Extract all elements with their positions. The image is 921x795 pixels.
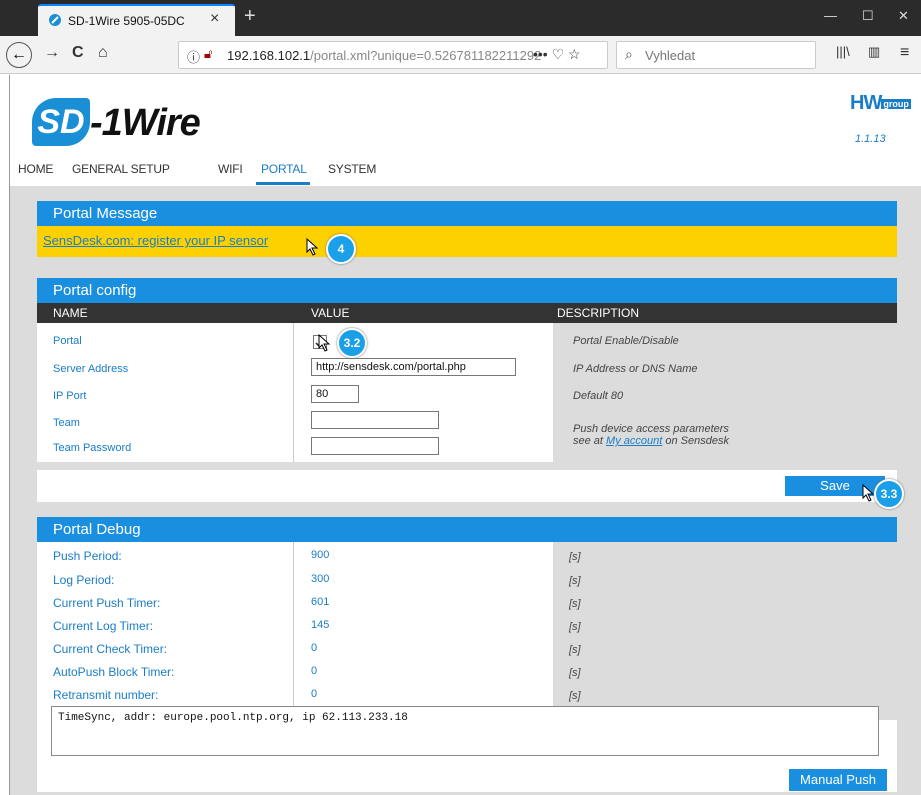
debug-unit: [s]	[569, 551, 581, 563]
column-value: VALUE	[311, 306, 350, 320]
firmware-version: 1.1.13	[855, 133, 886, 145]
save-bar: Save	[37, 470, 897, 502]
panel-title: Portal Message	[37, 201, 897, 226]
debug-label: Retransmit number:	[53, 688, 159, 702]
team-password-input[interactable]	[311, 437, 439, 455]
sidebar-icon[interactable]: ▥	[868, 44, 880, 60]
debug-label: Current Check Timer:	[53, 642, 168, 656]
portal-message-panel: Portal Message SensDesk.com: register yo…	[37, 201, 897, 257]
desc-server-address: IP Address or DNS Name	[573, 363, 698, 375]
debug-table: Push Period: 900 [s] Log Period: 300 [s]…	[37, 542, 897, 720]
favicon-icon	[49, 14, 61, 26]
debug-unit: [s]	[569, 690, 581, 702]
sensdesk-register-link[interactable]: SensDesk.com: register your IP sensor	[43, 233, 268, 248]
maximize-icon[interactable]: ☐	[862, 8, 874, 24]
search-placeholder: Vyhledat	[645, 48, 696, 63]
server-address-input[interactable]: http://sensdesk.com/portal.php	[311, 358, 516, 376]
desc-ip-port: Default 80	[573, 390, 624, 402]
cursor-icon	[306, 238, 319, 256]
row-label-team-password: Team Password	[53, 442, 132, 454]
debug-unit: [s]	[569, 621, 581, 633]
debug-value: 0	[311, 642, 318, 654]
minimize-icon[interactable]: —	[824, 8, 837, 23]
logo-sd: SD	[32, 98, 90, 146]
debug-log-textarea[interactable]: TimeSync, addr: europe.pool.ntp.org, ip …	[51, 706, 879, 756]
menu-home[interactable]: HOME	[18, 162, 53, 176]
page-actions-icon[interactable]: ••• ♡ ☆	[533, 46, 581, 63]
debug-value: 300	[311, 573, 330, 585]
debug-value: 601	[311, 596, 330, 608]
info-icon[interactable]: ⓘ	[187, 47, 200, 66]
column-name: NAME	[53, 306, 88, 320]
menu-wifi[interactable]: WIFI	[218, 162, 243, 176]
debug-label: Current Log Timer:	[53, 619, 154, 633]
unit-column	[553, 542, 897, 720]
logo-text: -1Wire	[90, 102, 201, 144]
search-icon: ⌕	[625, 46, 633, 62]
panel-title: Portal config	[37, 278, 897, 303]
menu-icon[interactable]: ≡	[900, 44, 909, 62]
tab-close-icon[interactable]: ×	[210, 10, 219, 28]
row-label-portal: Portal	[53, 335, 82, 347]
close-window-icon[interactable]: ✕	[898, 8, 909, 24]
desc-portal: Portal Enable/Disable	[573, 335, 679, 347]
my-account-link[interactable]: My account	[606, 435, 662, 447]
row-label-ip-port: IP Port	[53, 390, 87, 402]
portal-config-panel: Portal config NAME VALUE DESCRIPTION Por…	[37, 278, 897, 462]
menu-general-setup[interactable]: GENERAL SETUP	[72, 162, 170, 176]
debug-label: Push Period:	[53, 549, 122, 563]
sd-1wire-logo: SD -1Wire	[32, 98, 222, 148]
new-tab-icon[interactable]: +	[244, 5, 256, 28]
row-label-team: Team	[53, 417, 80, 429]
portal-debug-panel: Portal Debug Push Period: 900 [s] Log Pe…	[37, 517, 897, 792]
menu-portal[interactable]: PORTAL	[261, 162, 307, 176]
debug-unit: [s]	[569, 644, 581, 656]
insecure-lock-icon[interactable]: 🔓︎	[204, 46, 212, 62]
reload-icon[interactable]: C	[72, 44, 84, 62]
message-bar: SensDesk.com: register your IP sensor	[37, 226, 897, 257]
debug-unit: [s]	[569, 667, 581, 679]
browser-navbar: ← → C ⌂ ⓘ 🔓︎ 192.168.102.1/portal.xml?un…	[0, 36, 921, 74]
row-label-server-address: Server Address	[53, 363, 129, 375]
debug-label: Log Period:	[53, 573, 115, 587]
column-divider	[293, 323, 294, 462]
debug-value: 145	[311, 619, 330, 631]
main-menu: HOME GENERAL SETUP WIFI PORTAL SYSTEM	[10, 156, 921, 186]
debug-value: 0	[311, 665, 318, 677]
debug-label: Current Push Timer:	[53, 596, 161, 610]
forward-icon[interactable]: →	[44, 44, 60, 62]
callout-badge-4: 4	[326, 234, 356, 264]
cursor-icon	[318, 334, 331, 352]
browser-tab[interactable]: SD-1Wire 5905-05DC ×	[38, 4, 235, 36]
debug-value: 0	[311, 688, 318, 700]
url-bar[interactable]: ⓘ 🔓︎ 192.168.102.1/portal.xml?unique=0.5…	[178, 41, 608, 69]
table-header: NAME VALUE DESCRIPTION	[37, 303, 897, 323]
panel-title: Portal Debug	[37, 517, 897, 542]
hwgroup-logo: HW group	[850, 92, 911, 114]
tab-title: SD-1Wire 5905-05DC	[68, 14, 185, 28]
url-text[interactable]: 192.168.102.1/portal.xml?unique=0.526781…	[227, 48, 557, 63]
desc-team-account: see at My account on Sensdesk	[573, 435, 729, 447]
team-input[interactable]	[311, 411, 439, 429]
callout-badge-3-2: 3.2	[337, 328, 367, 358]
manual-push-button[interactable]: Manual Push	[789, 769, 887, 791]
desc-team: Push device access parameters	[573, 423, 729, 435]
back-icon[interactable]: ←	[6, 42, 32, 68]
active-menu-indicator	[256, 182, 310, 185]
debug-label: AutoPush Block Timer:	[53, 665, 175, 679]
debug-unit: [s]	[569, 575, 581, 587]
home-icon[interactable]: ⌂	[98, 44, 108, 62]
ip-port-input[interactable]: 80	[311, 385, 359, 403]
debug-value: 900	[311, 549, 330, 561]
column-divider	[293, 542, 294, 720]
menu-system[interactable]: SYSTEM	[328, 162, 376, 176]
library-icon[interactable]: |||\	[836, 44, 850, 59]
column-description: DESCRIPTION	[557, 306, 640, 320]
config-table-body: Portal Portal Enable/Disable Server Addr…	[37, 323, 897, 462]
search-input[interactable]: ⌕ Vyhledat	[616, 41, 816, 69]
debug-unit: [s]	[569, 598, 581, 610]
callout-badge-3-3: 3.3	[874, 479, 904, 509]
